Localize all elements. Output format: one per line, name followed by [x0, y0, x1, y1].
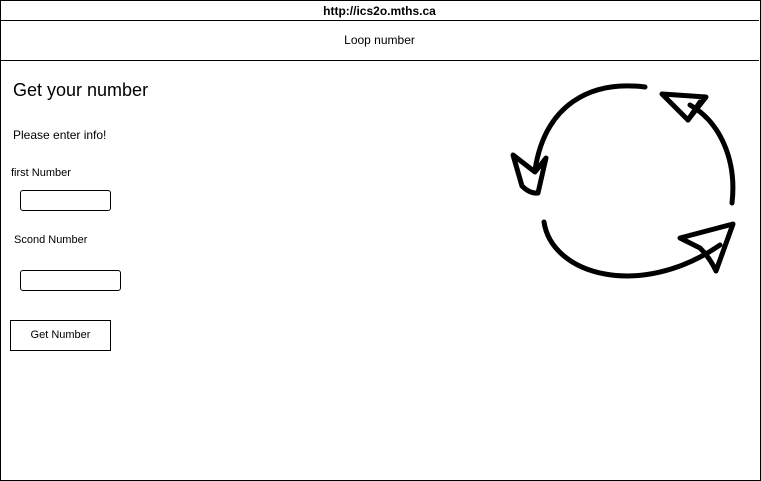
first-number-input[interactable]: [20, 190, 111, 211]
main-heading: Get your number: [13, 80, 149, 100]
first-number-label: first Number: [11, 167, 71, 179]
second-number-label: Scond Number: [14, 234, 88, 246]
circular-arrows-icon: [510, 83, 736, 279]
page-title: Loop number: [0, 21, 759, 61]
get-number-button[interactable]: Get Number: [10, 320, 111, 351]
instructions-text: Please enter info!: [13, 128, 107, 142]
url-bar[interactable]: http://ics2o.mths.ca: [0, 0, 759, 21]
second-number-input[interactable]: [20, 270, 121, 291]
